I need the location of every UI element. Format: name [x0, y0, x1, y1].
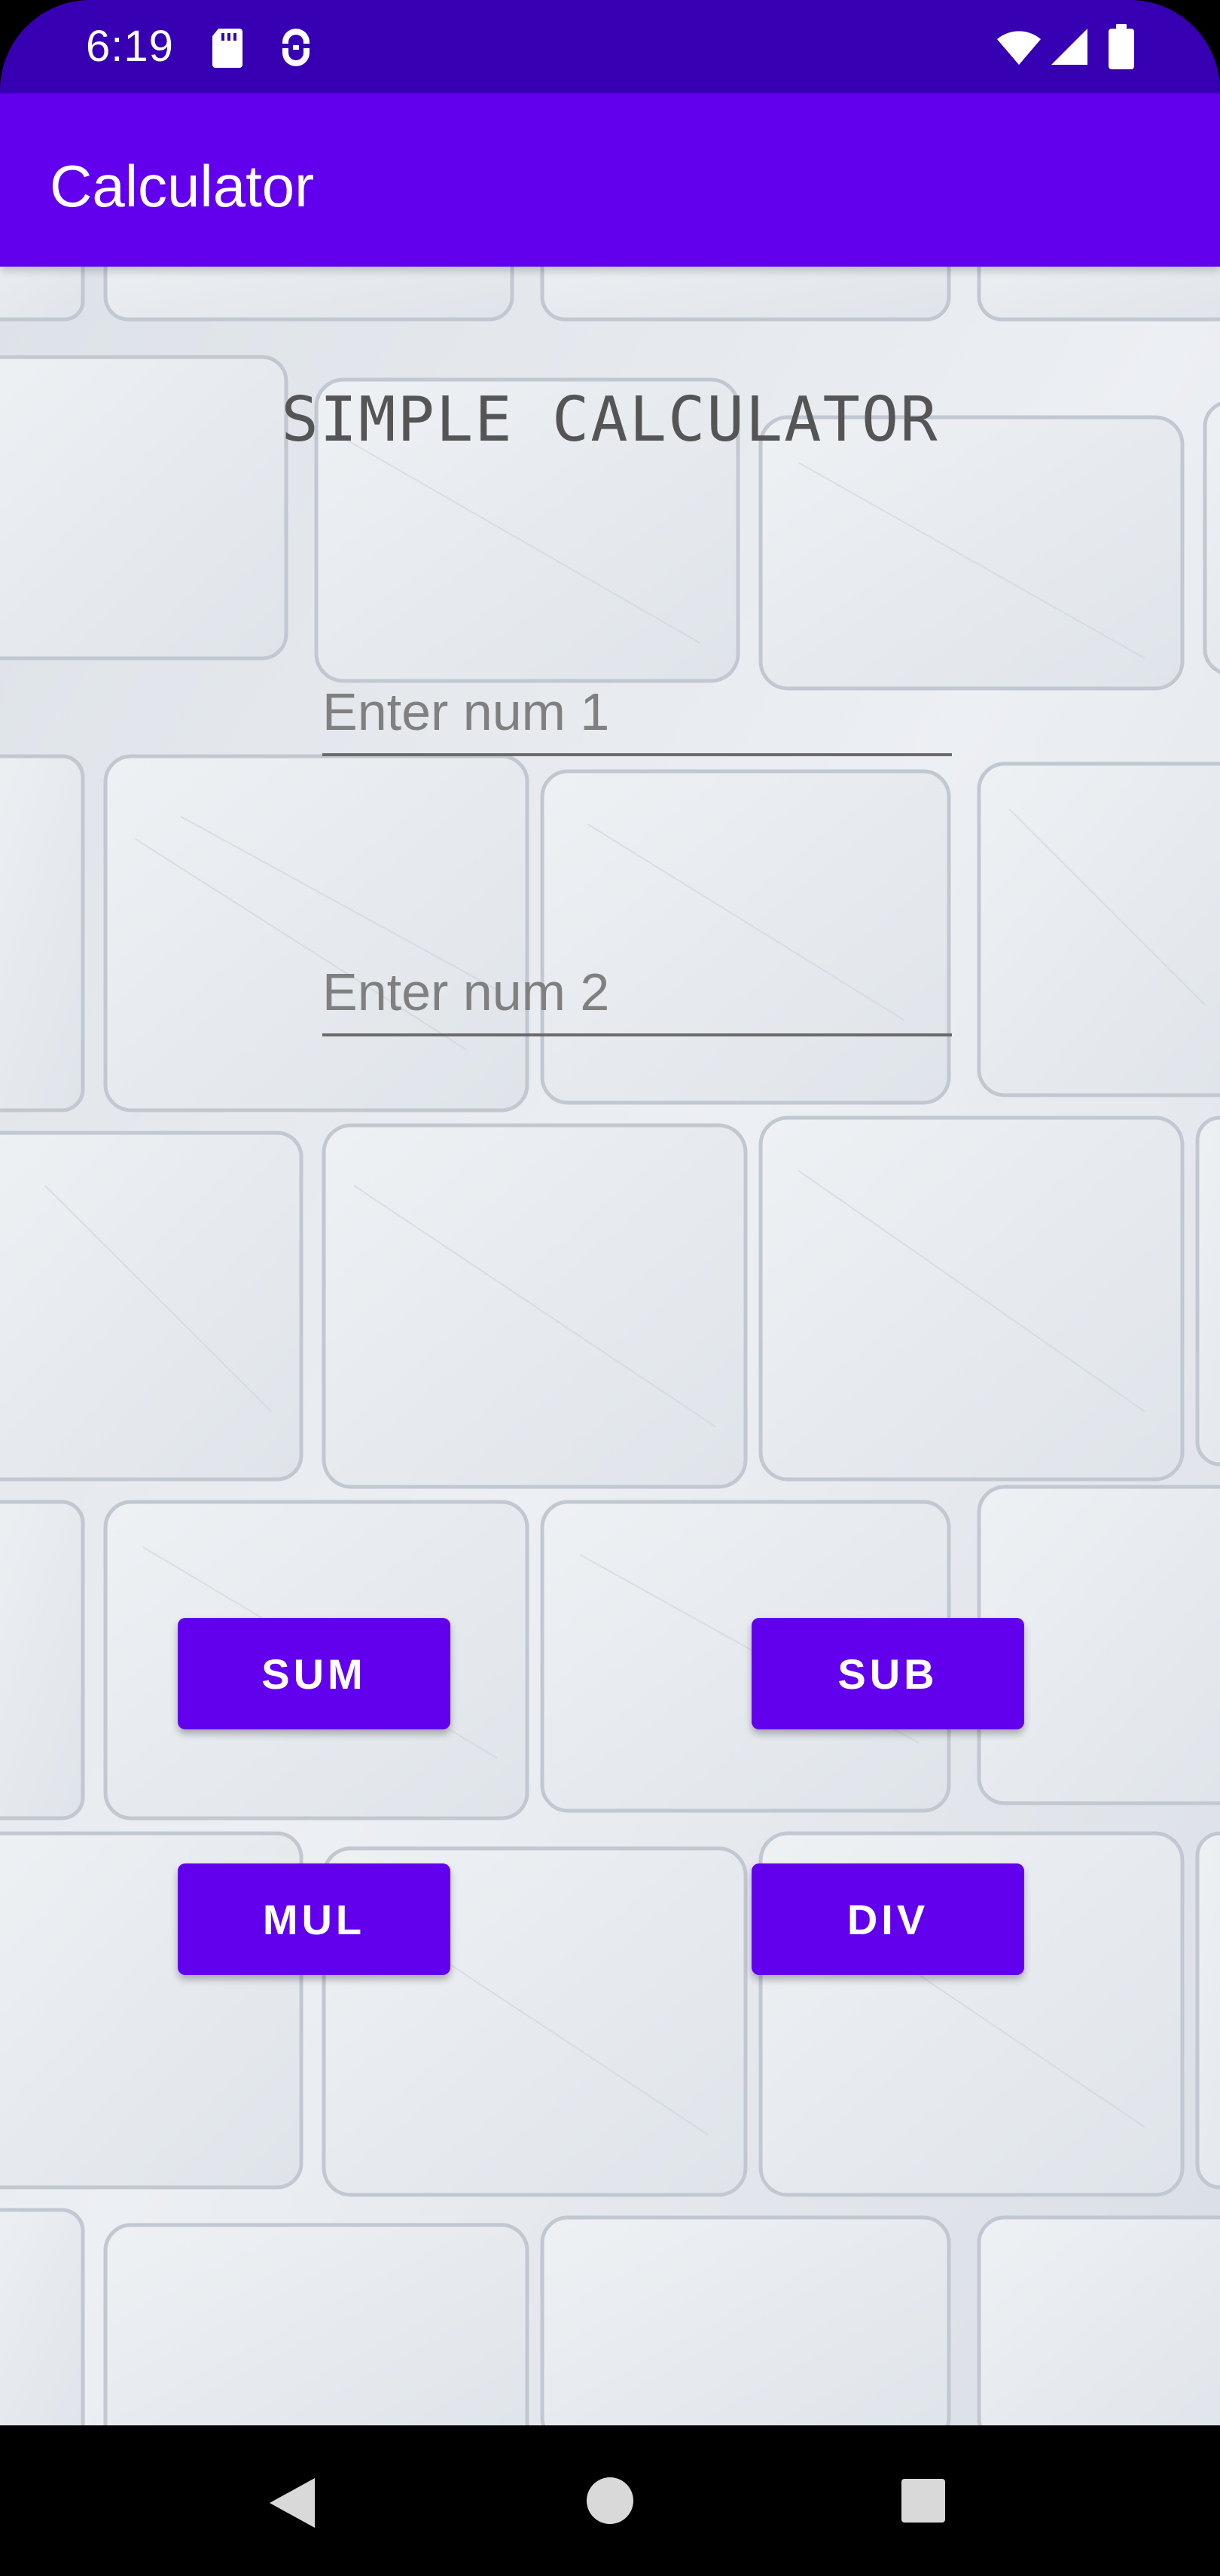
- num1-field: [322, 670, 952, 756]
- num2-input[interactable]: [322, 951, 952, 1033]
- sum-button[interactable]: SUM: [178, 1618, 450, 1729]
- screen-heading: SIMPLE CALCULATOR: [281, 384, 939, 456]
- back-icon[interactable]: [265, 2475, 318, 2531]
- div-button[interactable]: DIV: [752, 1863, 1024, 1975]
- app-bar: Calculator: [0, 93, 1220, 267]
- calculator-content: SIMPLE CALCULATOR SUM SUB MUL DIV: [0, 267, 1220, 2425]
- sub-button[interactable]: SUB: [752, 1618, 1024, 1729]
- status-time: 6:19: [86, 22, 174, 71]
- sd-card-icon: [212, 29, 242, 68]
- cloud-sync-icon: [282, 29, 310, 66]
- num1-input[interactable]: [322, 670, 952, 753]
- home-icon[interactable]: [584, 2475, 636, 2526]
- signal-icon: [1051, 29, 1087, 65]
- battery-icon: [1109, 24, 1134, 69]
- brick-wall-background: [0, 267, 1220, 2425]
- status-bar: 6:19: [0, 0, 1220, 93]
- wifi-icon: [997, 31, 1041, 65]
- num2-field: [322, 951, 952, 1036]
- phone-screen: 6:19 Calculator SIMPLE CALCULATOR Enter …: [0, 0, 1220, 2576]
- mul-button[interactable]: MUL: [178, 1863, 450, 1975]
- recents-icon[interactable]: [899, 2477, 947, 2525]
- navigation-bar: [0, 2425, 1220, 2576]
- app-title: Calculator: [50, 153, 315, 219]
